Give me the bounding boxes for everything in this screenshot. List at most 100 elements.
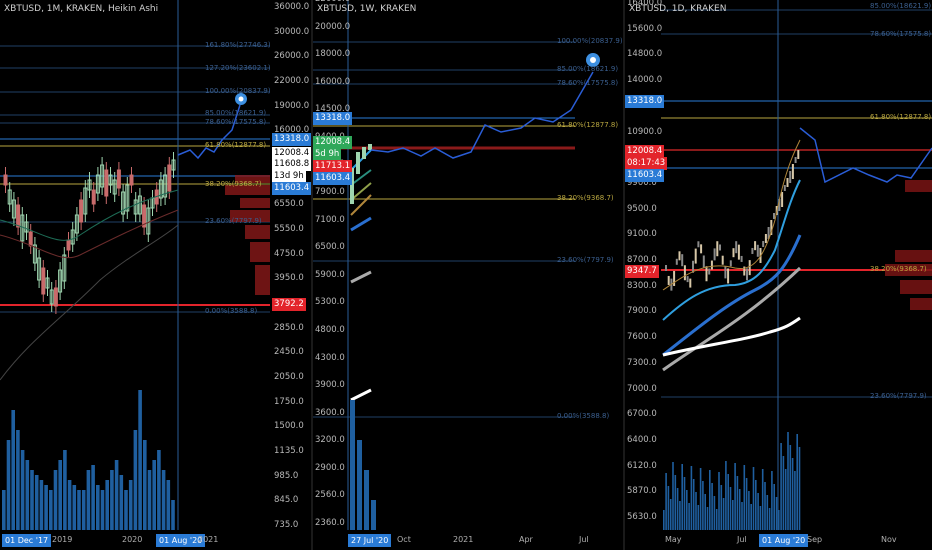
price-tick: 14000.0	[627, 75, 663, 86]
fib-level-label: 38.20%(9368.7)	[870, 265, 927, 273]
price-tick: 3900.0	[315, 380, 345, 391]
price-tick: 2450.0	[274, 347, 304, 358]
fib-level-label: 0.00%(3588.8)	[205, 307, 258, 315]
price-tick: 5900.0	[315, 269, 345, 280]
price-tag: 9347.7	[625, 265, 659, 278]
price-tick: 18000.0	[315, 49, 351, 60]
time-label: Oct	[397, 535, 411, 544]
fib-level-label: 85.00%(18621.9)	[870, 2, 932, 10]
fib-level-label: 85.00%(18621.9)	[205, 109, 267, 117]
fib-level-label: 161.80%(27746.3)	[205, 41, 271, 49]
price-tick: 7900.0	[315, 187, 345, 198]
price-tick: 2900.0	[315, 462, 345, 473]
price-tick: 8700.0	[627, 255, 657, 265]
price-tick: 1500.0	[274, 421, 304, 432]
fib-level-label: 0.00%(3588.8)	[557, 412, 610, 420]
price-tick: 1750.0	[274, 396, 304, 407]
fib-level-label: 100.00%(20837.9)	[205, 87, 271, 95]
price-tag: 11603.4	[313, 172, 353, 185]
price-tag: 3792.2	[272, 298, 306, 311]
price-tick: 8300.0	[627, 280, 657, 291]
price-tick: 9100.0	[627, 229, 657, 240]
time-label: 2021	[453, 535, 474, 544]
fib-level-label: 78.60%(17575.8)	[870, 30, 932, 38]
price-tag: 11603.4	[625, 169, 665, 182]
price-tick: 6120.0	[627, 460, 657, 471]
price-tick: 4750.0	[274, 248, 304, 259]
price-tick: 16000.0	[315, 76, 351, 87]
fib-level-label: 23.60%(7797.9)	[557, 256, 614, 264]
time-label: May	[665, 535, 682, 544]
time-label: Sep	[807, 535, 823, 544]
price-tick: 22000.0	[274, 76, 310, 86]
price-tick: 2850.0	[274, 322, 304, 333]
fib-level-label: 78.60%(17575.8)	[557, 79, 619, 87]
price-tick: 26000.0	[274, 51, 310, 62]
time-label: Jul	[737, 535, 747, 544]
price-tick: 2050.0	[274, 372, 304, 382]
price-tick: 6550.0	[274, 199, 304, 210]
time-label: 2019	[52, 535, 73, 544]
monthly-chart-canvas[interactable]	[0, 0, 311, 550]
price-tick: 30000.0	[274, 26, 310, 37]
price-tick: 16400.0	[627, 0, 663, 8]
fib-level-label: 23.60%(7797.9)	[870, 392, 927, 400]
price-tick: 7100.0	[315, 214, 345, 225]
price-tick: 3950.0	[274, 273, 304, 284]
fib-level-label: 61.80%(12877.8)	[870, 113, 932, 121]
price-tick: 6500.0	[315, 242, 345, 253]
chart-title: XBTUSD, 1W, KRAKEN	[317, 4, 417, 14]
price-tick: 6700.0	[627, 409, 657, 420]
price-tick: 14800.0	[627, 49, 663, 60]
fib-level-label: 85.00%(18621.9)	[557, 65, 619, 73]
price-tick: 2560.0	[315, 490, 345, 501]
price-tick: 7600.0	[627, 332, 657, 343]
price-tick: 9500.0	[627, 203, 657, 214]
chart-panel-daily[interactable]: XBTUSD, 1D, KRAKEN 85.00%(18621.9) 78.60%…	[625, 0, 932, 550]
price-tick: 5630.0	[627, 512, 657, 522]
time-label: 2021	[198, 535, 219, 544]
price-tick: 985.0	[274, 470, 299, 481]
price-tag: 13318.0	[313, 112, 353, 125]
time-tag-cursor: 01 Aug '20	[759, 534, 809, 547]
fib-level-label: 61.80%(12877.8)	[557, 121, 619, 129]
price-tick: 1135.0	[274, 446, 304, 456]
fib-level-label: 127.20%(23602.1)	[205, 64, 271, 72]
chart-title: XBTUSD, 1M, KRAKEN, Heikin Ashi	[4, 4, 159, 14]
price-tick: 2360.0	[315, 518, 345, 528]
price-tick: 4300.0	[315, 352, 345, 363]
price-tick: 20000.0	[315, 21, 351, 32]
chart-panel-monthly[interactable]: XBTUSD, 1M, KRAKEN, Heikin Ashi 161.80%(…	[0, 0, 311, 550]
price-tick: 3600.0	[315, 407, 345, 418]
price-tick: 19000.0	[274, 100, 310, 111]
fib-level-label: 100.00%(20837.9)	[557, 37, 623, 45]
price-tick: 5300.0	[315, 297, 345, 308]
time-tag-start: 01 Dec '17	[2, 534, 52, 547]
price-tick: 7300.0	[627, 357, 657, 368]
time-label: 2020	[122, 535, 143, 544]
price-tag: 11603.4	[272, 182, 311, 195]
price-tick: 7000.0	[627, 383, 657, 394]
price-tick: 3200.0	[315, 435, 345, 446]
fib-level-label: 38.20%(9368.7)	[205, 180, 262, 188]
price-tick: 6400.0	[627, 434, 657, 445]
price-tick: 845.0	[274, 495, 299, 506]
fib-level-label: 38.20%(9368.7)	[557, 194, 614, 202]
time-label: Nov	[881, 535, 897, 544]
price-tick: 36000.0	[274, 2, 310, 12]
price-tick: 22000.0	[315, 0, 350, 4]
price-tick: 5870.0	[627, 486, 657, 497]
time-tag-cursor: 27 Jul '20	[348, 534, 392, 547]
time-label: Jul	[579, 535, 589, 544]
time-label: Apr	[519, 535, 533, 544]
price-tag: 13318.0	[272, 133, 311, 146]
price-tick: 10900.0	[627, 126, 663, 137]
price-tick: 5550.0	[274, 224, 304, 234]
fib-level-label: 78.60%(17575.8)	[205, 118, 267, 126]
price-tag: 13318.0	[625, 95, 665, 108]
fib-level-label: 61.80%(12877.8)	[205, 141, 267, 149]
daily-chart-canvas[interactable]	[625, 0, 932, 550]
chart-panel-weekly[interactable]: XBTUSD, 1W, KRAKEN 100.00%(20837.9) 85.00…	[313, 0, 623, 550]
price-tick: 735.0	[274, 520, 299, 530]
price-tick: 7900.0	[627, 306, 657, 317]
